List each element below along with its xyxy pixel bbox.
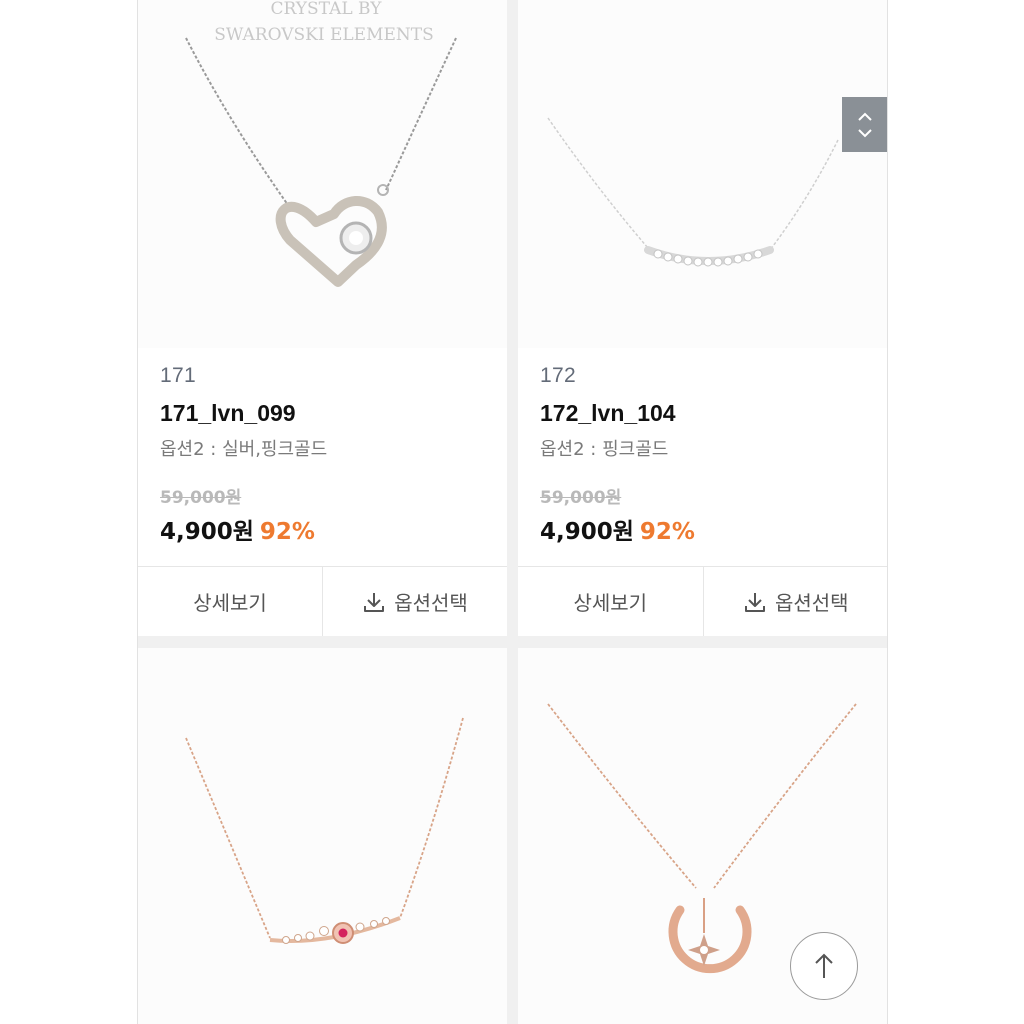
original-price: 59,000원 bbox=[160, 488, 242, 508]
option-select-button[interactable]: 옵션선택 bbox=[322, 567, 507, 636]
product-number: 172 bbox=[540, 364, 576, 387]
product-option: 옵션2 : 핑크골드 bbox=[540, 439, 669, 460]
chevron-up-icon bbox=[857, 112, 872, 121]
product-card[interactable]: CRYSTAL BY SWAROVSKI ELEMENTS 171 171_lv… bbox=[138, 0, 507, 636]
price-line: 4,900원 92% bbox=[540, 512, 874, 546]
download-icon bbox=[744, 592, 765, 612]
product-card[interactable] bbox=[138, 648, 507, 1024]
product-name[interactable]: 172_lvn_104 bbox=[540, 400, 874, 427]
product-card[interactable]: 172 172_lvn_104 옵션2 : 핑크골드 59,000원 4,900… bbox=[518, 0, 888, 636]
detail-button-label: 상세보기 bbox=[573, 591, 648, 615]
price-line: 4,900원 92% bbox=[160, 512, 493, 546]
detail-button[interactable]: 상세보기 bbox=[138, 567, 322, 636]
watermark-line-1: CRYSTAL BY bbox=[271, 0, 383, 19]
option-select-label: 옵션선택 bbox=[394, 591, 468, 615]
original-price: 59,000원 bbox=[540, 488, 622, 508]
card-actions: 상세보기 옵션선택 bbox=[138, 566, 507, 636]
scroll-handle[interactable] bbox=[842, 97, 887, 152]
product-info: 172 172_lvn_104 옵션2 : 핑크골드 59,000원 4,900… bbox=[540, 364, 874, 546]
discount-rate: 92% bbox=[259, 519, 315, 545]
product-name[interactable]: 171_lvn_099 bbox=[160, 400, 493, 427]
product-grid: CRYSTAL BY SWAROVSKI ELEMENTS 171 171_lv… bbox=[137, 0, 888, 1024]
watermark-line-2: SWAROVSKI ELEMENTS bbox=[214, 25, 434, 45]
chevron-down-icon bbox=[857, 128, 872, 137]
product-image-bar-necklace[interactable] bbox=[518, 0, 887, 348]
discount-rate: 92% bbox=[639, 519, 695, 545]
option-select-button[interactable]: 옵션선택 bbox=[702, 567, 888, 636]
product-image-heart-necklace[interactable]: CRYSTAL BY SWAROVSKI ELEMENTS bbox=[138, 0, 507, 348]
card-actions: 상세보기 옵션선택 bbox=[518, 566, 888, 636]
arrow-up-icon bbox=[815, 953, 833, 978]
product-option: 옵션2 : 실버,핑크골드 bbox=[160, 439, 328, 460]
sale-price: 4,900원 bbox=[540, 519, 634, 545]
option-select-label: 옵션선택 bbox=[774, 591, 849, 615]
download-icon bbox=[364, 592, 385, 612]
product-info: 171 171_lvn_099 옵션2 : 실버,핑크골드 59,000원 4,… bbox=[160, 364, 493, 546]
detail-button[interactable]: 상세보기 bbox=[518, 567, 703, 636]
product-image-rose-gold-bar-necklace[interactable] bbox=[138, 648, 507, 1024]
sale-price: 4,900원 bbox=[160, 519, 254, 545]
product-number: 171 bbox=[160, 364, 196, 387]
back-to-top-button[interactable] bbox=[790, 932, 858, 1000]
detail-button-label: 상세보기 bbox=[193, 591, 267, 615]
